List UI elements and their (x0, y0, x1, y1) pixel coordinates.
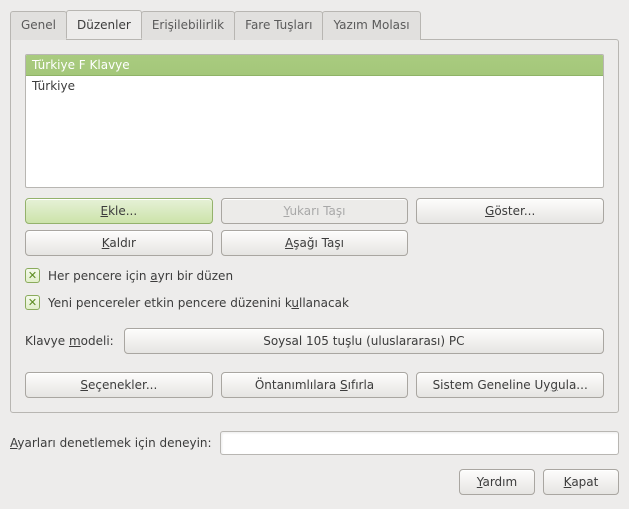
btn-text: kle... (108, 204, 137, 218)
layout-list[interactable]: Türkiye F Klavye Türkiye (25, 54, 604, 188)
show-button[interactable]: Göster... (416, 198, 604, 224)
btn-text: ardım (482, 475, 517, 489)
empty-cell (416, 230, 604, 256)
btn-text: Sistem Geneline Uy (433, 378, 551, 392)
lbl-accel: u (291, 296, 299, 310)
keyboard-model-row: Klavye modeli: Soysal 105 tuşlu (uluslar… (25, 328, 604, 354)
separate-layout-checkbox[interactable]: ✕ (25, 268, 40, 283)
tab-panel-layouts: Türkiye F Klavye Türkiye Ekle... Yukarı … (10, 39, 619, 413)
tab-mouse-keys[interactable]: Fare Tuşları (234, 11, 323, 40)
apply-system-wide-button[interactable]: Sistem Geneline Uygula... (416, 372, 604, 398)
separate-layout-label: Her pencere için ayrı bir düzen (48, 269, 233, 283)
keyboard-model-label: Klavye modeli: (25, 334, 114, 348)
lbl-text: Klavye (25, 334, 69, 348)
layout-buttons: Ekle... Yukarı Taşı Göster... Kaldır Aşa… (25, 198, 604, 256)
help-button[interactable]: Yardım (459, 469, 535, 495)
lbl-text: Her pencere için (48, 269, 150, 283)
btn-text: apat (571, 475, 598, 489)
move-up-button[interactable]: Yukarı Taşı (221, 198, 409, 224)
action-buttons: Seçenekler... Öntanımlılara Sıfırla Sist… (25, 372, 604, 398)
tab-accessibility[interactable]: Erişilebilirlik (141, 11, 235, 40)
remove-button[interactable]: Kaldır (25, 230, 213, 256)
btn-text: aldır (109, 236, 136, 250)
tab-typing-break[interactable]: Yazım Molası (322, 11, 420, 40)
lbl-accel: a (150, 269, 157, 283)
btn-text: ıfırla (348, 378, 375, 392)
options-button[interactable]: Seçenekler... (25, 372, 213, 398)
btn-text: ukarı Taşı (289, 204, 345, 218)
layout-row[interactable]: Türkiye (26, 76, 603, 96)
lbl-text: Yeni pencereler etkin pencere düzenini k (48, 296, 291, 310)
keyboard-model-button[interactable]: Soysal 105 tuşlu (uluslararası) PC (124, 328, 604, 354)
close-button[interactable]: Kapat (543, 469, 619, 495)
layout-row[interactable]: Türkiye F Klavye (26, 55, 603, 76)
move-down-button[interactable]: Aşağı Taşı (221, 230, 409, 256)
tab-general[interactable]: Genel (10, 11, 67, 40)
lbl-text: yarları denetlemek için deneyin: (17, 436, 211, 450)
dialog-footer: Yardım Kapat (10, 469, 619, 495)
lbl-accel: m (69, 334, 81, 348)
lbl-text: llanacak (299, 296, 349, 310)
btn-accel: S (340, 378, 348, 392)
test-settings-label: Ayarları denetlemek için deneyin: (10, 436, 212, 450)
btn-accel: S (80, 378, 88, 392)
btn-accel: E (100, 204, 108, 218)
tab-container: Genel Düzenler Erişilebilirlik Fare Tuşl… (10, 10, 619, 413)
btn-text: eçenekler... (88, 378, 157, 392)
test-settings-row: Ayarları denetlemek için deneyin: (10, 431, 619, 455)
btn-text: öster... (494, 204, 535, 218)
new-windows-checkbox[interactable]: ✕ (25, 295, 40, 310)
lbl-text: odeli: (81, 334, 114, 348)
btn-text: şağı Taşı (293, 236, 344, 250)
tab-strip: Genel Düzenler Erişilebilirlik Fare Tuşl… (10, 10, 619, 39)
reset-defaults-button[interactable]: Öntanımlılara Sıfırla (221, 372, 409, 398)
new-windows-checkbox-row: ✕ Yeni pencereler etkin pencere düzenini… (25, 295, 604, 310)
btn-text: Öntanımlılara (255, 378, 340, 392)
btn-accel: G (485, 204, 494, 218)
lbl-text: yrı bir düzen (158, 269, 233, 283)
test-settings-input[interactable] (220, 431, 619, 455)
add-button[interactable]: Ekle... (25, 198, 213, 224)
new-windows-label: Yeni pencereler etkin pencere düzenini k… (48, 296, 349, 310)
btn-accel: g (550, 378, 558, 392)
tab-layouts[interactable]: Düzenler (66, 10, 142, 39)
btn-text: ula... (558, 378, 588, 392)
separate-layout-checkbox-row: ✕ Her pencere için ayrı bir düzen (25, 268, 604, 283)
